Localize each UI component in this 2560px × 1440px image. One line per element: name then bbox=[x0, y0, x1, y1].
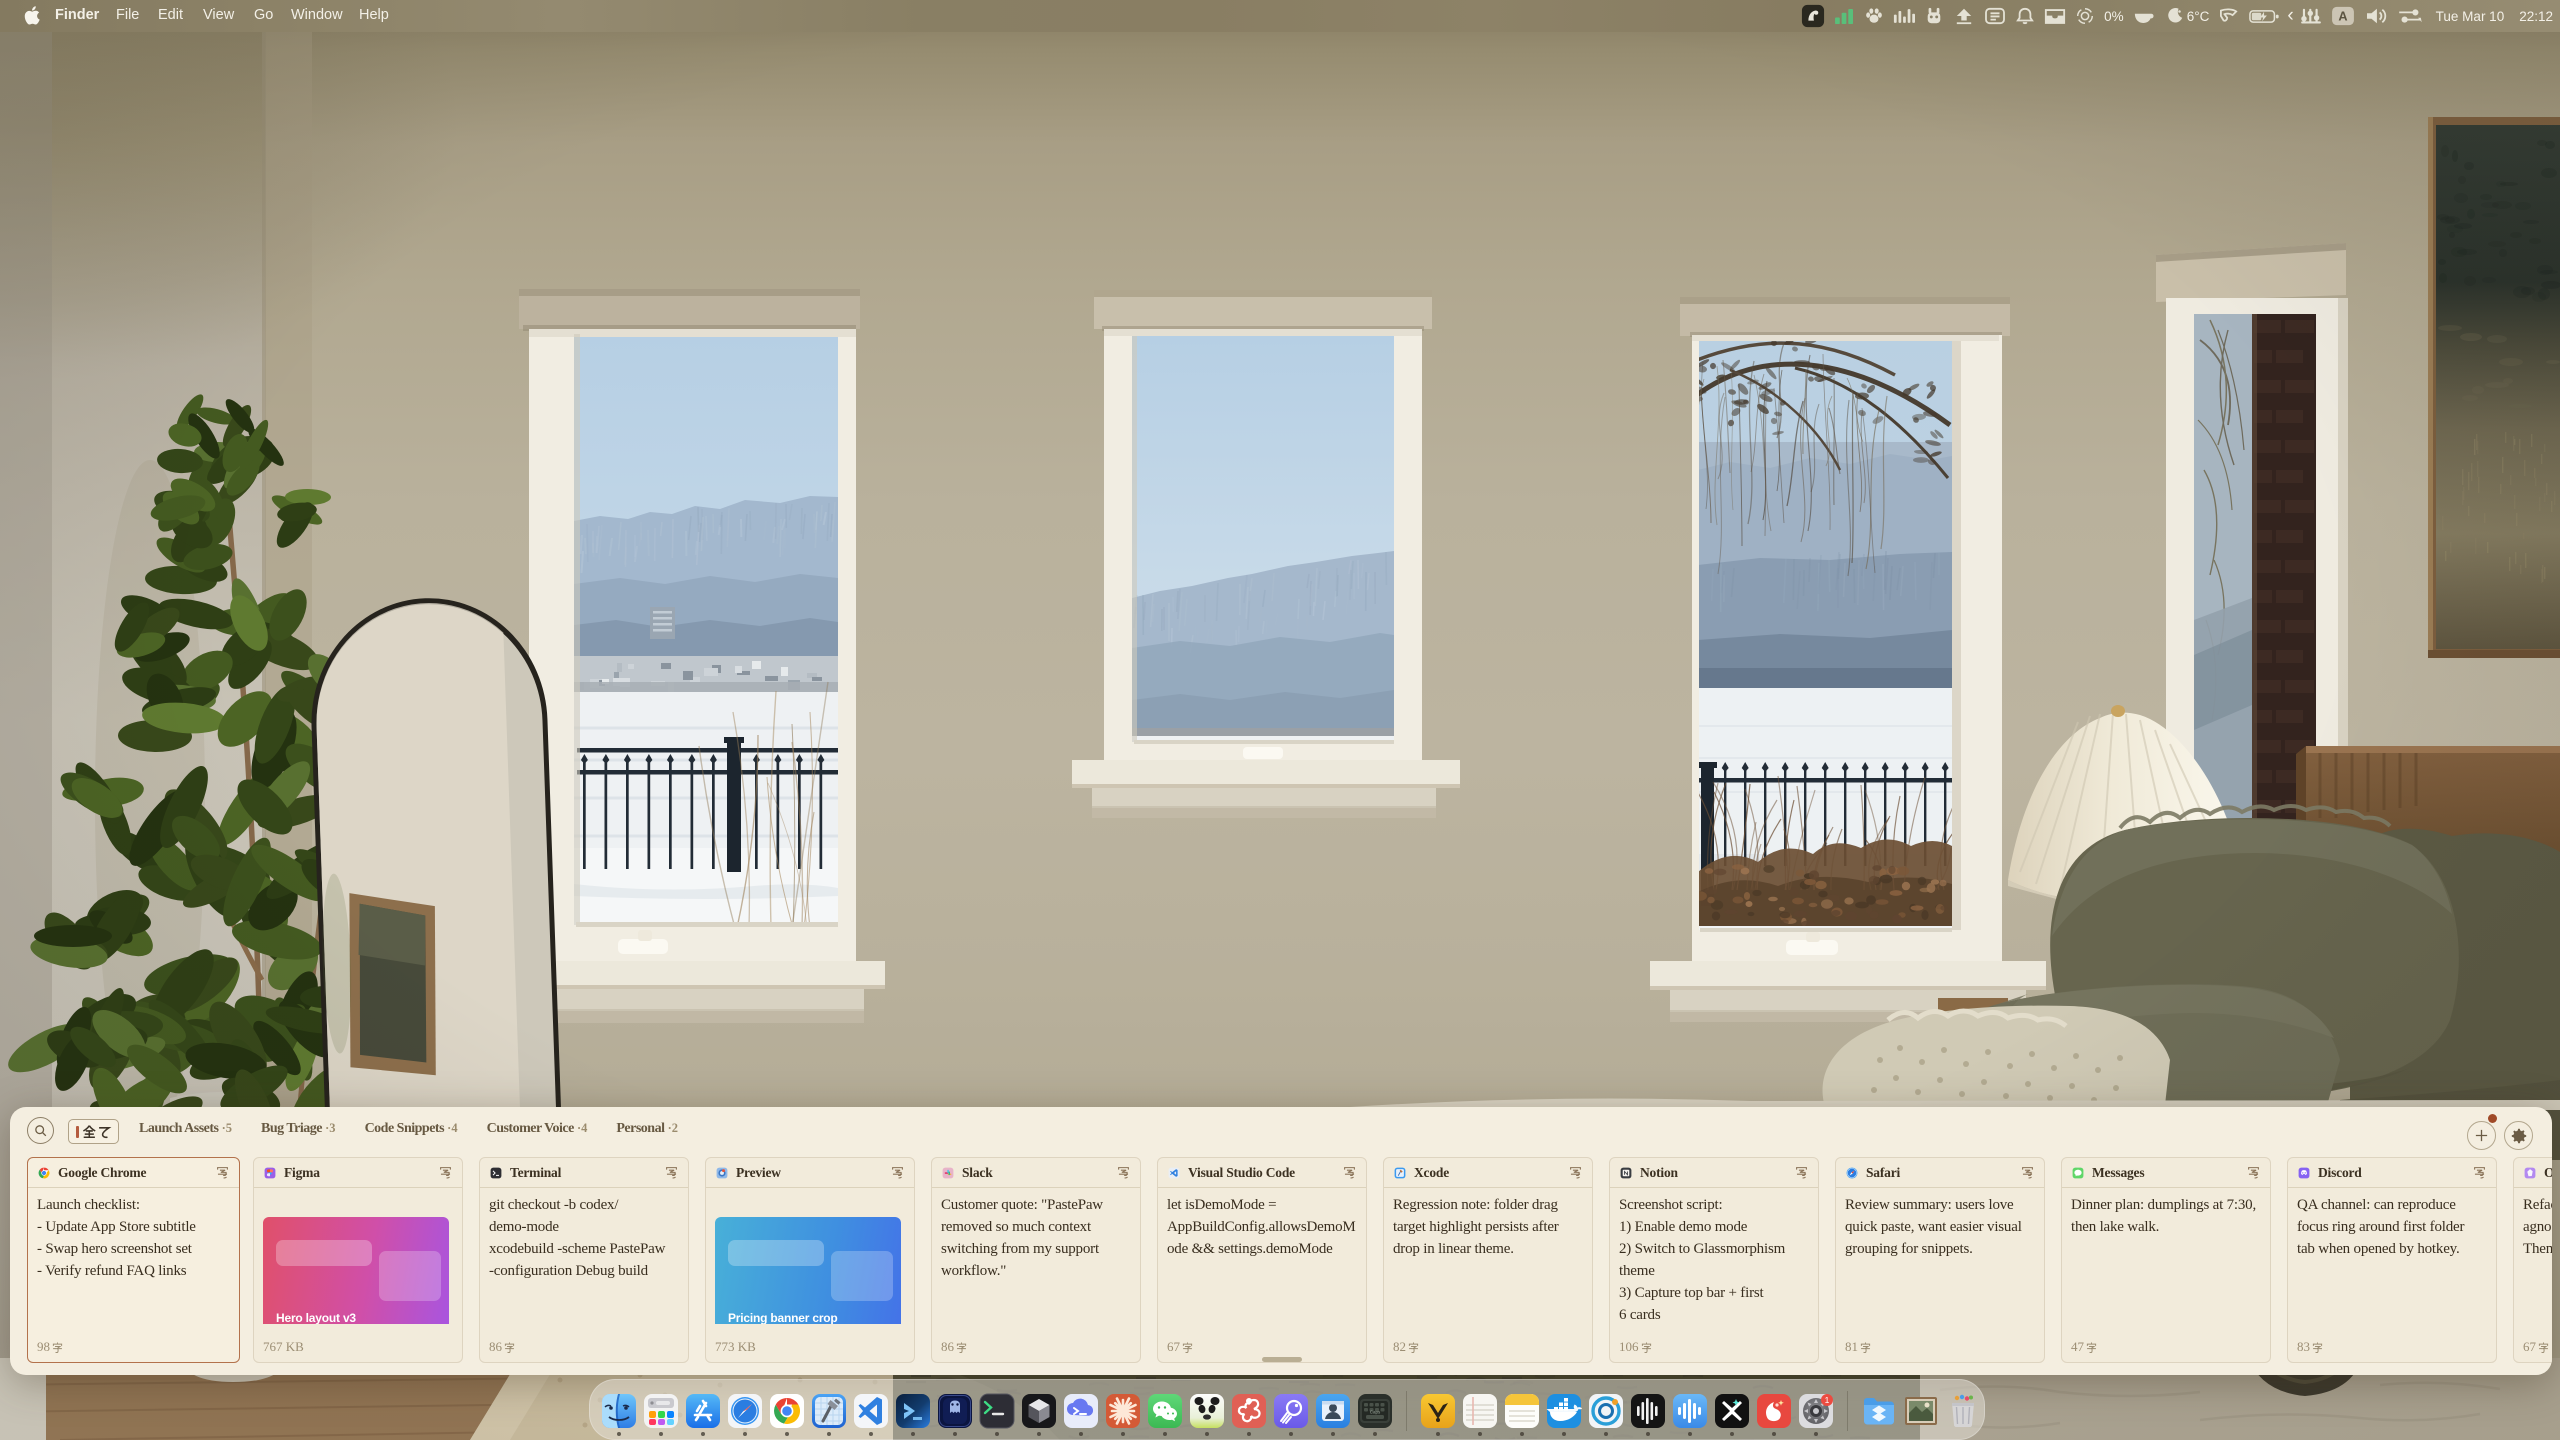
svg-text:A: A bbox=[2338, 9, 2347, 24]
svg-text:1: 1 bbox=[1825, 1395, 1830, 1405]
svg-text:Caps: Caps bbox=[1370, 1410, 1381, 1415]
